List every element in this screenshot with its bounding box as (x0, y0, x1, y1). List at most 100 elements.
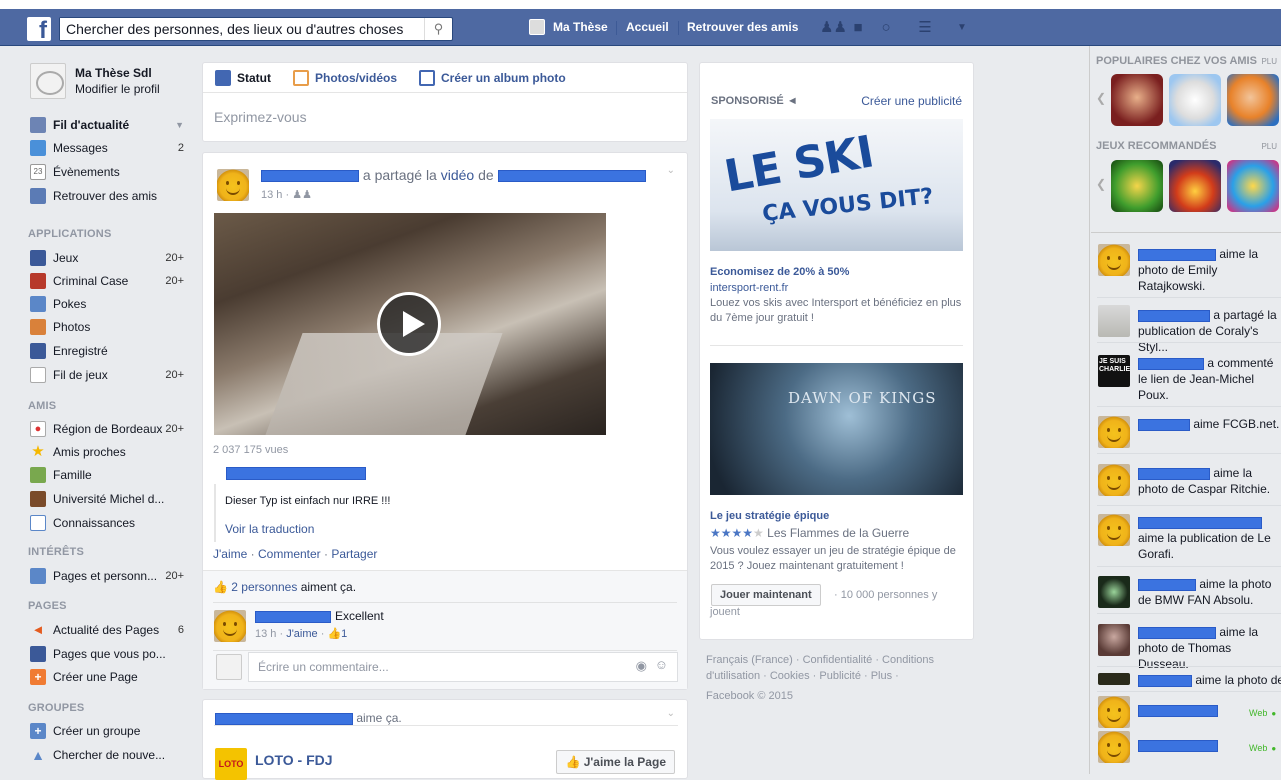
redacted-name[interactable] (215, 712, 353, 725)
ticker-item[interactable]: aime FCGB.net. (1138, 416, 1281, 432)
sidebar-item-criminal-case[interactable]: Criminal Case 20+ (30, 271, 190, 291)
chat-contact-avatar[interactable] (1098, 696, 1130, 728)
nav-find-friends[interactable]: Retrouver des amis (687, 18, 798, 36)
privacy-shortcuts-icon[interactable]: ☰ (918, 20, 932, 36)
redacted-name[interactable] (261, 170, 359, 183)
ticker-avatar[interactable] (1098, 244, 1130, 276)
redacted-name[interactable] (1138, 516, 1262, 529)
ad2-title[interactable]: Le jeu stratégie épique (710, 510, 829, 522)
notifications-globe-icon[interactable]: ○ (876, 20, 896, 36)
redacted-name[interactable] (1138, 309, 1210, 322)
redacted-name[interactable] (1138, 578, 1196, 591)
sidebar-item-create-page[interactable]: + Créer une Page (30, 667, 190, 687)
ad-ski-image[interactable]: LE SKI ÇA VOUS DIT? (710, 119, 963, 251)
post-options-chevron-icon[interactable]: ⌄ (667, 708, 675, 719)
friend-requests-icon[interactable]: ♟♟ (820, 20, 847, 36)
ticker-avatar[interactable] (1098, 576, 1130, 608)
ticker-item[interactable]: aime la photo de (1138, 672, 1281, 688)
post-author-avatar[interactable] (217, 169, 249, 201)
create-ad-link[interactable]: Créer une publicité (861, 94, 962, 108)
footer-links[interactable]: Français (France) · Confidentialité · Co… (706, 652, 968, 684)
comment-link[interactable]: Commenter (258, 547, 321, 561)
camera-icon[interactable]: ◉ (636, 658, 647, 674)
sidebar-item-acquaintances[interactable]: Connaissances (30, 513, 190, 533)
nav-home[interactable]: Accueil (626, 18, 669, 36)
ticker-avatar[interactable] (1098, 464, 1130, 496)
sidebar-item-liked-pages[interactable]: Pages que vous po... (30, 644, 190, 664)
sidebar-item-pages-feed[interactable]: ◄ Actualité des Pages 6 (30, 620, 190, 640)
tab-photos-videos[interactable]: Photos/vidéos (293, 69, 397, 86)
likers-link[interactable]: 2 personnes (231, 580, 297, 594)
play-button-icon[interactable] (377, 292, 441, 356)
loto-page-logo[interactable]: LOTO (215, 748, 247, 780)
sidebar-item-events[interactable]: 23 Évènements (30, 162, 190, 182)
game-thumb[interactable] (1169, 74, 1221, 126)
more-link[interactable]: PLU (1261, 142, 1277, 151)
search-icon[interactable]: ⚲ (424, 18, 452, 40)
sidebar-item-messages[interactable]: Messages 2 (30, 138, 190, 158)
sidebar-item-close-friends[interactable]: ★ Amis proches (30, 442, 190, 462)
redacted-name[interactable] (1138, 626, 1216, 639)
comment-like-link[interactable]: J'aime (286, 628, 317, 640)
redacted-chat-contact[interactable] (1138, 705, 1218, 717)
sidebar-profile-name[interactable]: Ma Thèse Sdl (75, 66, 152, 80)
redacted-name[interactable] (1138, 674, 1192, 687)
redacted-chat-contact[interactable] (1138, 740, 1218, 752)
sidebar-item-photos[interactable]: Photos (30, 317, 190, 337)
nav-profile-name[interactable]: Ma Thèse (553, 18, 608, 36)
edit-profile-link[interactable]: Modifier le profil (75, 82, 160, 96)
game-thumb[interactable] (1227, 74, 1279, 126)
write-comment-box[interactable]: Écrire un commentaire... ◉ ☺ (248, 652, 678, 682)
account-menu-chevron-icon[interactable]: ▼ (956, 20, 968, 36)
carousel-prev-icon[interactable]: ❮ (1096, 177, 1106, 191)
game-thumb[interactable] (1111, 74, 1163, 126)
composer-input[interactable]: Exprimez-vous (214, 109, 307, 125)
game-thumb[interactable] (1111, 160, 1163, 212)
redacted-title[interactable] (226, 467, 366, 480)
redacted-name[interactable] (1138, 357, 1204, 370)
sidebar-item-find-groups[interactable]: ▲ Chercher de nouve... (30, 745, 190, 765)
chat-contact-avatar[interactable] (1098, 731, 1130, 763)
post-options-chevron-icon[interactable]: ⌄ (667, 165, 675, 176)
like-page-button[interactable]: 👍 J'aime la Page (556, 750, 675, 774)
sidebar-item-games-feed[interactable]: Fil de jeux 20+ (30, 365, 190, 385)
sidebar-item-find-friends[interactable]: Retrouver des amis (30, 186, 190, 206)
redacted-commenter[interactable] (255, 611, 331, 623)
messages-icon[interactable]: ■ (848, 20, 868, 36)
game-thumb[interactable] (1169, 160, 1221, 212)
sidebar-item-games[interactable]: Jeux 20+ (30, 248, 190, 268)
search-input[interactable] (60, 18, 420, 40)
more-link[interactable]: PLU (1261, 57, 1277, 66)
game-thumb[interactable] (1227, 160, 1279, 212)
sidebar-item-saved[interactable]: Enregistré (30, 341, 190, 361)
news-feed-options-icon[interactable]: ▼ (175, 117, 184, 133)
commenter-avatar[interactable] (214, 610, 246, 642)
redacted-name[interactable] (1138, 418, 1190, 431)
share-link[interactable]: Partager (331, 547, 377, 561)
video-link[interactable]: vidéo (441, 167, 474, 183)
sidebar-item-create-group[interactable]: + Créer un groupe (30, 721, 190, 741)
ticker-item[interactable]: aime la photo de Emily Ratajkowski. (1138, 246, 1281, 294)
tab-create-album[interactable]: Créer un album photo (419, 69, 566, 86)
sidebar-item-pages-people[interactable]: Pages et personn... 20+ (30, 566, 190, 586)
redacted-name[interactable] (497, 170, 646, 183)
ticker-avatar-je-suis-charlie[interactable]: JE SUIS CHARLIE (1098, 355, 1130, 387)
nav-profile-avatar[interactable] (529, 19, 545, 35)
carousel-prev-icon[interactable]: ❮ (1096, 91, 1106, 105)
emoji-icon[interactable]: ☺ (655, 657, 668, 672)
ticker-avatar[interactable] (1098, 416, 1130, 448)
facebook-logo-icon[interactable]: f (27, 17, 51, 41)
ticker-avatar[interactable] (1098, 673, 1130, 685)
sidebar-profile-avatar[interactable] (30, 63, 66, 99)
ticker-item[interactable]: a commenté le lien de Jean-Michel Poux. (1138, 355, 1281, 403)
tab-status[interactable]: Statut (215, 69, 271, 86)
ticker-avatar[interactable] (1098, 624, 1130, 656)
sidebar-item-university[interactable]: Université Michel d... (30, 489, 190, 509)
search-box[interactable]: ⚲ (59, 17, 453, 41)
sidebar-item-bordeaux[interactable]: ● Région de Bordeaux 20+ (30, 419, 190, 439)
ad-game-image[interactable]: DAWN OF KINGS (710, 363, 963, 495)
ad1-title[interactable]: Economisez de 20% à 50% (710, 266, 849, 278)
sidebar-item-family[interactable]: Famille (30, 465, 190, 485)
redacted-name[interactable] (1138, 467, 1210, 480)
redacted-name[interactable] (1138, 248, 1216, 261)
